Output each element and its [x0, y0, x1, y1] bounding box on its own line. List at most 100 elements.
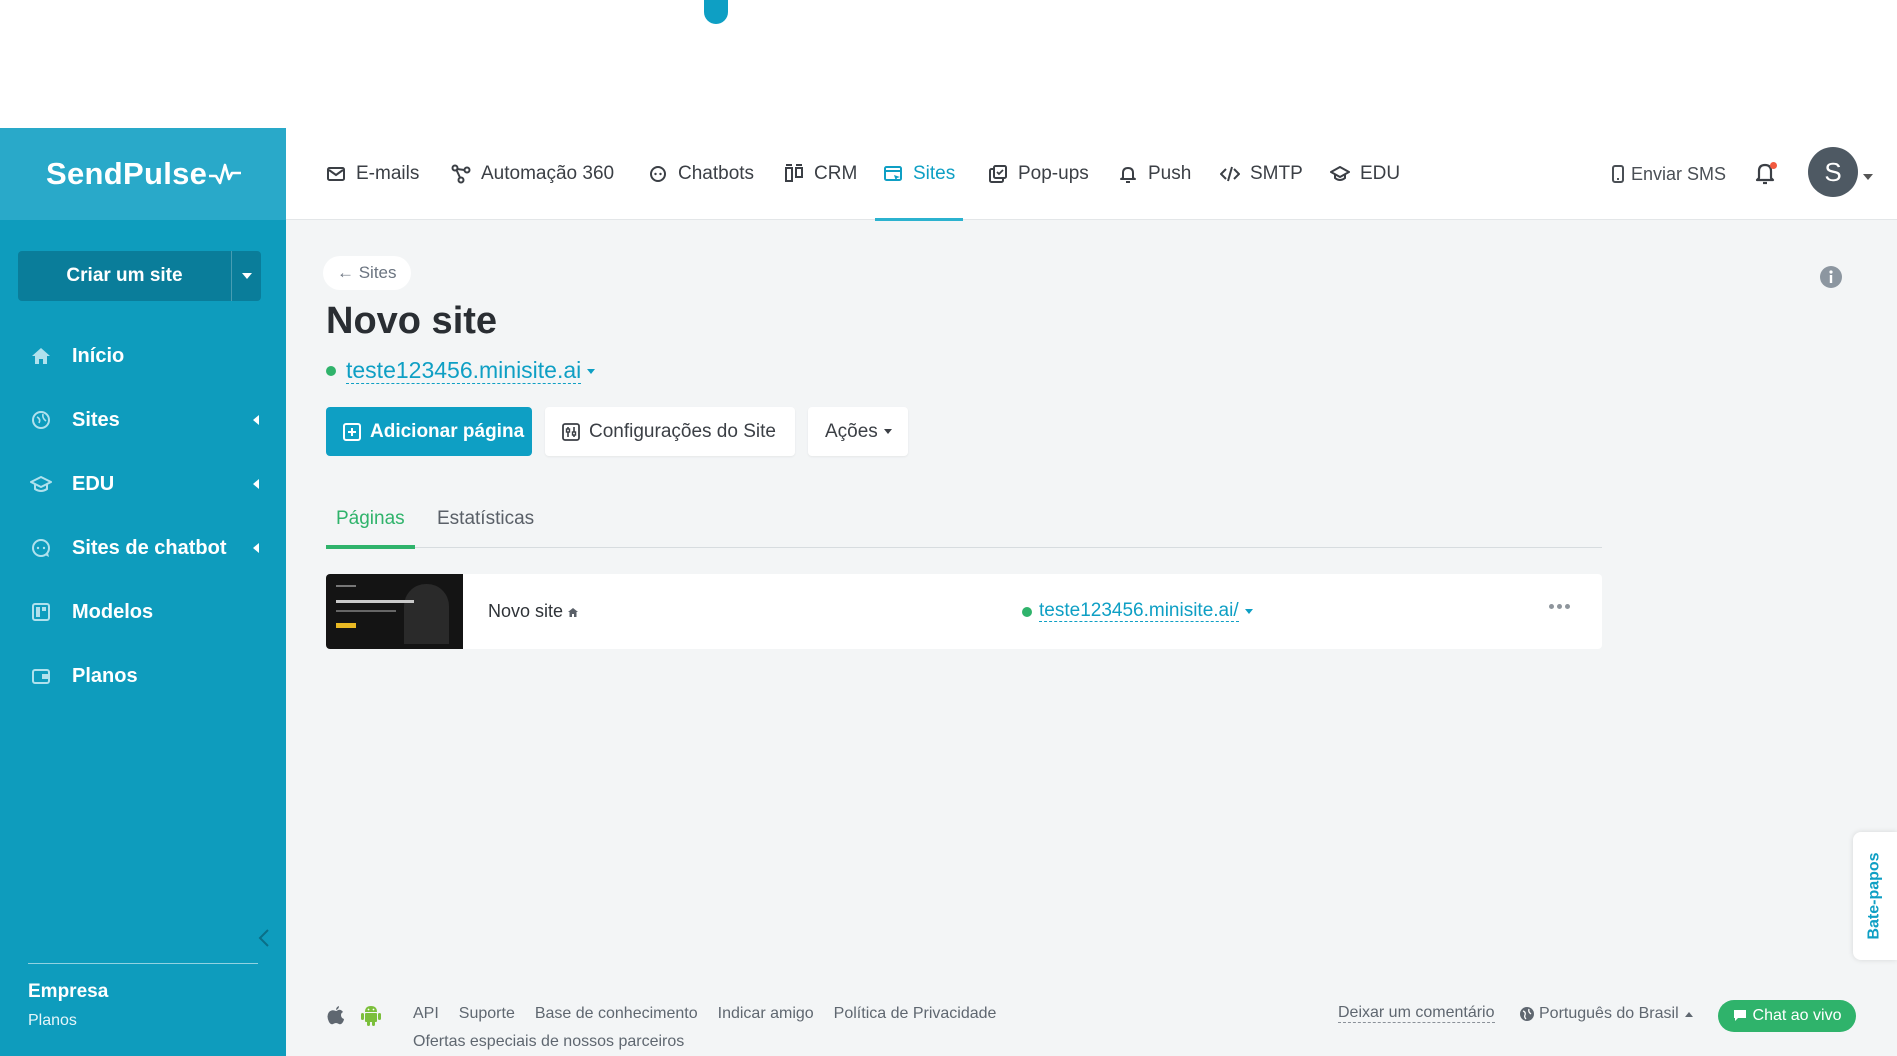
home-page-icon	[568, 607, 579, 617]
sidebar-item-label: Início	[72, 344, 125, 367]
chat-icon	[1733, 1010, 1746, 1021]
plan-link[interactable]: Planos	[28, 1012, 77, 1030]
expand-arrow-icon	[253, 479, 259, 489]
bell-icon	[1120, 167, 1136, 183]
nav-chatbots[interactable]: Chatbots	[648, 128, 754, 220]
nav-automacao[interactable]: Automação 360	[451, 128, 614, 220]
caret-up-icon	[1684, 1011, 1693, 1017]
globe-icon	[1520, 1007, 1534, 1021]
nav-edu[interactable]: EDU	[1330, 128, 1400, 220]
app-store-links	[326, 1003, 382, 1027]
page-url[interactable]: teste123456.minisite.ai/	[1022, 574, 1253, 649]
nav-emails[interactable]: E-mails	[326, 128, 419, 220]
divider	[28, 963, 258, 964]
footer-link-api[interactable]: API	[413, 1005, 439, 1023]
page-url-link[interactable]: teste123456.minisite.ai/	[1039, 600, 1239, 623]
notification-badge	[1770, 162, 1777, 169]
chats-side-tab[interactable]: Bate-papos	[1853, 832, 1897, 960]
sidebar-item-label: Planos	[72, 664, 138, 687]
sidebar-item-label: EDU	[72, 472, 115, 495]
caret-down-icon[interactable]	[587, 368, 596, 374]
nav-sites[interactable]: Sites	[875, 128, 964, 221]
logo[interactable]: SendPulse	[0, 128, 286, 220]
tab-paginas[interactable]: Páginas	[326, 490, 415, 549]
footer-link-refer-friend[interactable]: Indicar amigo	[718, 1005, 814, 1023]
create-site-dropdown[interactable]	[231, 251, 261, 301]
page-list-item[interactable]: Novo site teste123456.minisite.ai/	[326, 574, 1602, 649]
live-chat-label: Chat ao vivo	[1752, 1007, 1842, 1024]
sidebar-item-label: Sites	[72, 408, 120, 431]
tab-estatisticas[interactable]: Estatísticas	[437, 490, 534, 548]
apple-icon[interactable]	[326, 1004, 346, 1026]
popup-icon	[989, 165, 1007, 183]
info-icon[interactable]	[1819, 265, 1843, 289]
graduation-cap-icon	[29, 472, 53, 496]
automation-icon	[451, 164, 471, 184]
page-name[interactable]: Novo site	[488, 574, 579, 649]
sidebar-item-planos[interactable]: Planos	[0, 644, 286, 708]
tab-label: Estatísticas	[437, 508, 535, 529]
domain-link[interactable]: teste123456.minisite.ai	[346, 357, 582, 385]
footer-link-support[interactable]: Suporte	[459, 1005, 515, 1023]
add-page-button[interactable]: Adicionar página	[326, 407, 532, 456]
nav-popups[interactable]: Pop-ups	[988, 128, 1089, 220]
create-site-label: Criar um site	[66, 265, 183, 286]
caret-down-icon[interactable]	[1244, 609, 1253, 614]
expand-arrow-icon	[253, 415, 259, 425]
sidebar-item-label: Modelos	[72, 600, 154, 623]
chat-bubble-icon	[29, 536, 53, 560]
chats-label: Bate-papos	[1866, 852, 1883, 940]
code-icon	[1220, 166, 1240, 182]
status-dot	[1022, 606, 1032, 617]
nav-label: CRM	[814, 163, 858, 184]
nav-label: Pop-ups	[1018, 163, 1089, 184]
caret-down-icon	[241, 273, 252, 279]
tab-label: Páginas	[336, 508, 405, 529]
top-blank-area	[0, 0, 1897, 128]
sidebar-item-edu[interactable]: EDU	[0, 452, 286, 516]
back-to-sites-link[interactable]: ← Sites	[323, 256, 411, 290]
footer-link-privacy[interactable]: Política de Privacidade	[834, 1005, 997, 1023]
footer-link-knowledge-base[interactable]: Base de conhecimento	[535, 1005, 698, 1023]
sidebar-nav: Início Sites EDU Sites de chatbot Modelo…	[0, 324, 286, 708]
nav-smtp[interactable]: SMTP	[1220, 128, 1303, 220]
plus-square-icon	[343, 422, 361, 441]
nav-label: Sites	[913, 163, 956, 184]
sidebar-item-sites[interactable]: Sites	[0, 388, 286, 452]
language-selector[interactable]: Português do Brasil	[1519, 1005, 1693, 1023]
caret-down-icon	[883, 429, 892, 434]
nav-crm[interactable]: CRM	[784, 128, 857, 220]
plan-name[interactable]: Empresa	[28, 981, 108, 1003]
chatbot-icon	[650, 166, 666, 182]
account-caret-icon[interactable]	[1863, 174, 1873, 180]
site-settings-label: Configurações do Site	[589, 420, 776, 442]
sidebar-item-sites-de-chatbot[interactable]: Sites de chatbot	[0, 516, 286, 580]
leave-comment-link[interactable]: Deixar um comentário	[1338, 1004, 1495, 1023]
create-site-button[interactable]: Criar um site	[18, 251, 261, 301]
more-options-icon[interactable]	[1549, 604, 1570, 609]
top-navigation: E-mails Automação 360 Chatbots CRM Sites…	[286, 128, 1897, 221]
sidebar-item-inicio[interactable]: Início	[0, 324, 286, 388]
live-chat-button[interactable]: Chat ao vivo	[1718, 1000, 1856, 1032]
nav-label: SMTP	[1250, 163, 1303, 184]
nav-label: E-mails	[356, 163, 420, 184]
actions-dropdown-button[interactable]: Ações	[808, 407, 908, 456]
graduation-cap-icon	[1330, 166, 1350, 181]
site-settings-button[interactable]: Configurações do Site	[545, 407, 795, 456]
footer-partner-offers[interactable]: Ofertas especiais de nossos parceiros	[413, 1033, 684, 1051]
nav-push[interactable]: Push	[1118, 128, 1191, 220]
expand-arrow-icon	[253, 543, 259, 553]
templates-icon	[29, 600, 53, 624]
mail-icon	[327, 167, 345, 181]
collapse-sidebar-icon[interactable]	[258, 928, 270, 948]
sidebar-item-modelos[interactable]: Modelos	[0, 580, 286, 644]
android-icon[interactable]	[360, 1003, 382, 1027]
page-thumbnail[interactable]	[326, 574, 463, 649]
site-domain[interactable]: teste123456.minisite.ai	[326, 357, 596, 385]
settings-sliders-icon	[562, 422, 580, 441]
send-sms-label: Enviar SMS	[1631, 163, 1727, 184]
nav-label: EDU	[1360, 163, 1401, 184]
avatar[interactable]: S	[1808, 147, 1858, 197]
sidebar-item-label: Sites de chatbot	[72, 536, 227, 559]
send-sms-link[interactable]: Enviar SMS	[1611, 128, 1726, 220]
